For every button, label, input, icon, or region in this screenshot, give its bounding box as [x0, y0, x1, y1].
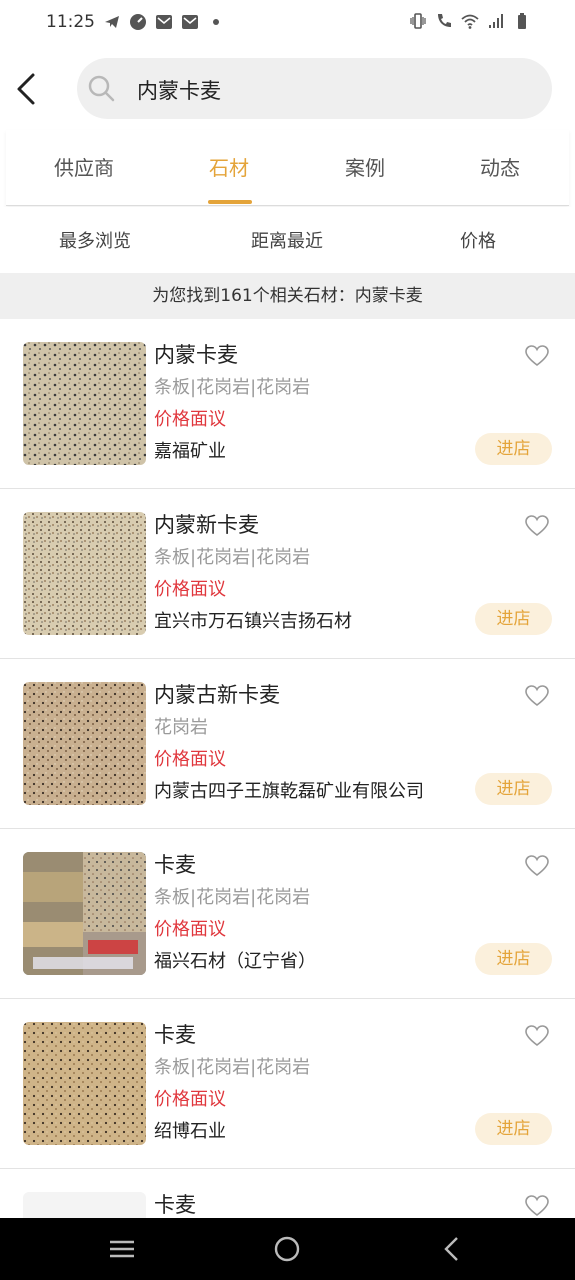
sort-bar: 最多浏览 距离最近 价格	[0, 207, 575, 272]
menu-icon[interactable]	[107, 1234, 137, 1264]
speedometer-icon	[130, 14, 146, 30]
item-price: 价格面议	[154, 1089, 226, 1110]
item-name: 卡麦	[154, 1193, 196, 1217]
enter-store-button[interactable]: 进店	[475, 773, 552, 805]
list-item[interactable]: 卡麦 条板|花岗岩|花岗岩 价格面议 福兴石材（辽宁省） 进店	[0, 829, 575, 999]
stone-thumbnail	[23, 1022, 146, 1145]
back-arrow-icon	[17, 73, 35, 105]
active-tab-indicator	[208, 200, 252, 204]
list-item[interactable]: 内蒙新卡麦 条板|花岗岩|花岗岩 价格面议 宜兴市万石镇兴吉扬石材 进店	[0, 489, 575, 659]
stone-thumbnail	[23, 852, 146, 975]
battery-icon	[518, 13, 526, 29]
stone-thumbnail	[23, 1192, 146, 1218]
tab-news[interactable]: 动态	[440, 152, 560, 181]
item-type: 条板|花岗岩|花岗岩	[154, 377, 311, 398]
item-company: 嘉福矿业	[154, 441, 226, 462]
tab-suppliers[interactable]: 供应商	[24, 152, 144, 181]
item-name: 内蒙古新卡麦	[154, 683, 280, 707]
item-company: 绍博石业	[154, 1121, 226, 1142]
tab-cases[interactable]: 案例	[305, 152, 425, 181]
signal-icon	[489, 14, 503, 28]
wifi-icon	[461, 14, 479, 29]
back-triangle-icon[interactable]	[437, 1234, 467, 1264]
wifi-call-icon	[438, 14, 451, 27]
list-item[interactable]: 卡麦	[0, 1169, 575, 1218]
item-type: 花岗岩	[154, 717, 208, 738]
item-price: 价格面议	[154, 579, 226, 600]
item-type: 条板|花岗岩|花岗岩	[154, 1057, 311, 1078]
stone-thumbnail	[23, 682, 146, 805]
item-type: 条板|花岗岩|花岗岩	[154, 547, 311, 568]
favorite-heart-icon[interactable]	[525, 1025, 549, 1047]
favorite-heart-icon[interactable]	[525, 855, 549, 877]
item-name: 内蒙卡麦	[154, 343, 238, 367]
enter-store-button[interactable]: 进店	[475, 943, 552, 975]
enter-store-button[interactable]: 进店	[475, 1113, 552, 1145]
sort-nearest[interactable]: 距离最近	[217, 227, 357, 253]
list-item[interactable]: 卡麦 条板|花岗岩|花岗岩 价格面议 绍博石业 进店	[0, 999, 575, 1169]
search-header: 内蒙卡麦	[0, 48, 575, 130]
item-type: 条板|花岗岩|花岗岩	[154, 887, 311, 908]
favorite-heart-icon[interactable]	[525, 345, 549, 367]
item-company: 福兴石材（辽宁省）	[154, 951, 316, 972]
mail-icon	[156, 15, 172, 29]
category-tabs: 供应商 石材 案例 动态	[6, 130, 569, 206]
tab-stones[interactable]: 石材	[169, 152, 289, 181]
search-query: 内蒙卡麦	[137, 79, 221, 103]
result-list[interactable]: 内蒙卡麦 条板|花岗岩|花岗岩 价格面议 嘉福矿业 进店 内蒙新卡麦 条板|花岗…	[0, 319, 575, 1218]
item-company: 宜兴市万石镇兴吉扬石材	[154, 611, 352, 632]
system-nav-bar	[0, 1218, 575, 1280]
vibrate-icon	[410, 13, 426, 29]
back-button[interactable]	[10, 68, 42, 110]
item-company: 内蒙古四子王旗乾磊矿业有限公司	[154, 781, 424, 802]
item-name: 卡麦	[154, 853, 196, 877]
list-item[interactable]: 内蒙卡麦 条板|花岗岩|花岗岩 价格面议 嘉福矿业 进店	[0, 319, 575, 489]
item-price: 价格面议	[154, 409, 226, 430]
status-bar: 11:25	[0, 0, 575, 48]
item-price: 价格面议	[154, 749, 226, 770]
search-input[interactable]: 内蒙卡麦	[77, 58, 552, 119]
stone-thumbnail	[23, 512, 146, 635]
mail-icon	[182, 15, 198, 29]
item-name: 卡麦	[154, 1023, 196, 1047]
home-circle-icon[interactable]	[272, 1234, 302, 1264]
stone-thumbnail	[23, 342, 146, 465]
item-name: 内蒙新卡麦	[154, 513, 259, 537]
enter-store-button[interactable]: 进店	[475, 433, 552, 465]
favorite-heart-icon[interactable]	[525, 685, 549, 707]
status-right-icons	[409, 12, 531, 30]
item-price: 价格面议	[154, 919, 226, 940]
result-summary: 为您找到161个相关石材：内蒙卡麦	[0, 273, 575, 319]
dot-icon	[213, 19, 219, 25]
list-item[interactable]: 内蒙古新卡麦 花岗岩 价格面议 内蒙古四子王旗乾磊矿业有限公司 进店	[0, 659, 575, 829]
sort-price[interactable]: 价格	[408, 227, 548, 253]
favorite-heart-icon[interactable]	[525, 515, 549, 537]
favorite-heart-icon[interactable]	[525, 1195, 549, 1217]
search-icon	[88, 75, 115, 102]
telegram-icon	[105, 16, 119, 28]
status-left-icons	[103, 13, 225, 31]
sort-most-viewed[interactable]: 最多浏览	[25, 227, 165, 253]
enter-store-button[interactable]: 进店	[475, 603, 552, 635]
status-time: 11:25	[46, 12, 95, 32]
